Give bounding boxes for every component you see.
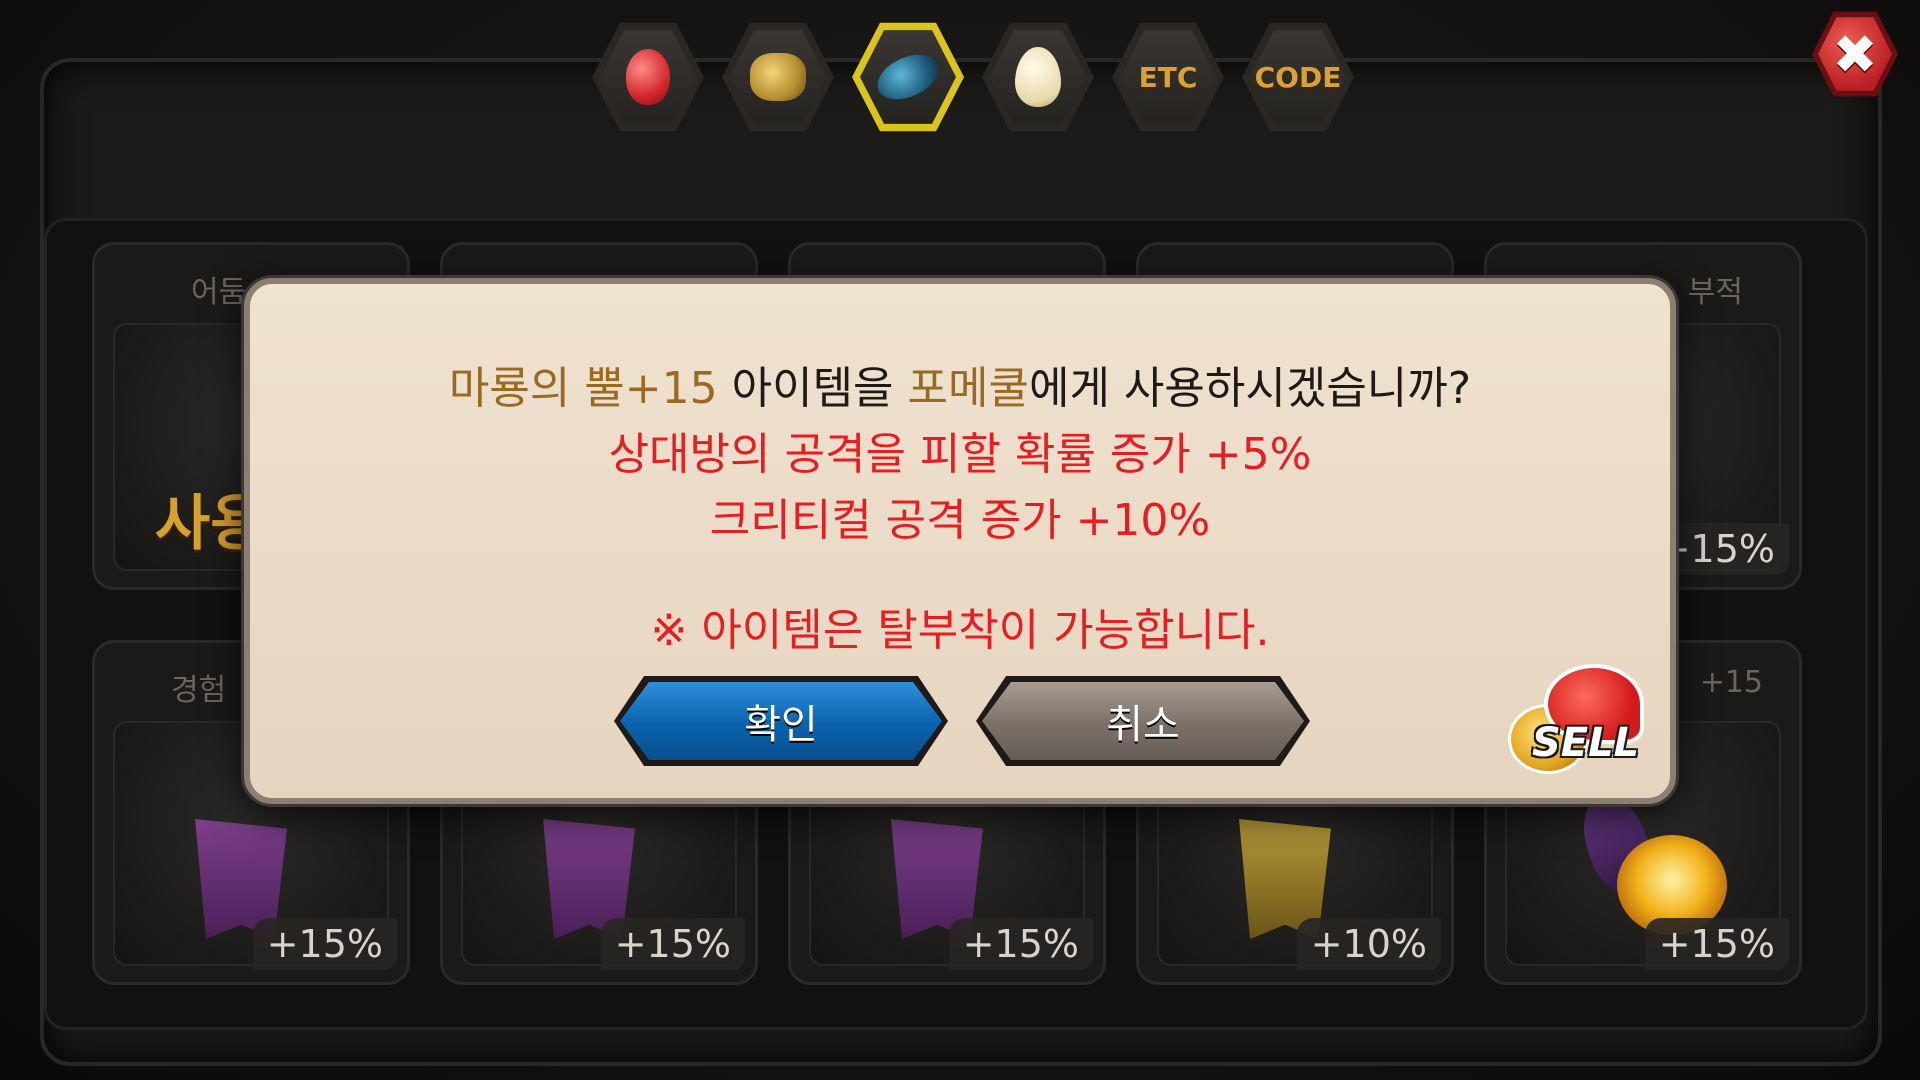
- item-name-highlight: 마룡의 뿔+15: [448, 363, 718, 414]
- sell-label: SELL: [1532, 720, 1640, 766]
- fruit-icon: [626, 49, 670, 105]
- tab-code[interactable]: CODE: [1242, 18, 1354, 136]
- question-tail: 에게 사용하시겠습니까?: [1028, 363, 1472, 414]
- effect-line: 크리티컬 공격 증가 +10%: [709, 495, 1211, 546]
- bonus-percent: +15%: [600, 918, 745, 970]
- confirm-button[interactable]: 확인: [614, 676, 948, 766]
- tab-etc[interactable]: ETC: [1112, 18, 1224, 136]
- category-tabs: ETC CODE: [592, 18, 1354, 136]
- tab-code-label: CODE: [1254, 60, 1342, 94]
- egg-icon: [1015, 47, 1061, 107]
- bonus-percent: +15%: [252, 918, 397, 970]
- tab-dragon-scale[interactable]: [852, 18, 964, 136]
- use-item-dialog: 마룡의 뿔+15 아이템을 포메쿨에게 사용하시겠습니까? 상대방의 공격을 피…: [244, 278, 1676, 804]
- target-name-highlight: 포메쿨: [907, 363, 1029, 414]
- confirm-label: 확인: [744, 702, 818, 748]
- dragon-scale-icon: [871, 49, 945, 105]
- cancel-label: 취소: [1106, 702, 1180, 748]
- ore-icon: [750, 53, 806, 101]
- bonus-percent: +10%: [1296, 918, 1441, 970]
- close-button[interactable]: ✖: [1812, 8, 1898, 100]
- close-icon: ✖: [1832, 22, 1878, 86]
- tab-ore[interactable]: [722, 18, 834, 136]
- sell-button[interactable]: SELL: [1508, 664, 1652, 778]
- game-screen: 어둠 수호 사용 부적 +15% 경험 +15% +15%: [0, 0, 1920, 1080]
- question-mid: 아이템을: [717, 363, 908, 414]
- detach-note: ※ 아이템은 탈부착이 가능합니다.: [650, 605, 1270, 656]
- effect-line: 상대방의 공격을 피할 확률 증가 +5%: [608, 429, 1312, 480]
- cancel-button[interactable]: 취소: [976, 676, 1310, 766]
- confirm-question: 마룡의 뿔+15 아이템을 포메쿨에게 사용하시겠습니까?: [250, 352, 1670, 416]
- tab-egg[interactable]: [982, 18, 1094, 136]
- tab-etc-label: ETC: [1138, 60, 1198, 94]
- bonus-percent: +15%: [948, 918, 1093, 970]
- tab-fruit[interactable]: [592, 18, 704, 136]
- bonus-percent: +15%: [1644, 918, 1789, 970]
